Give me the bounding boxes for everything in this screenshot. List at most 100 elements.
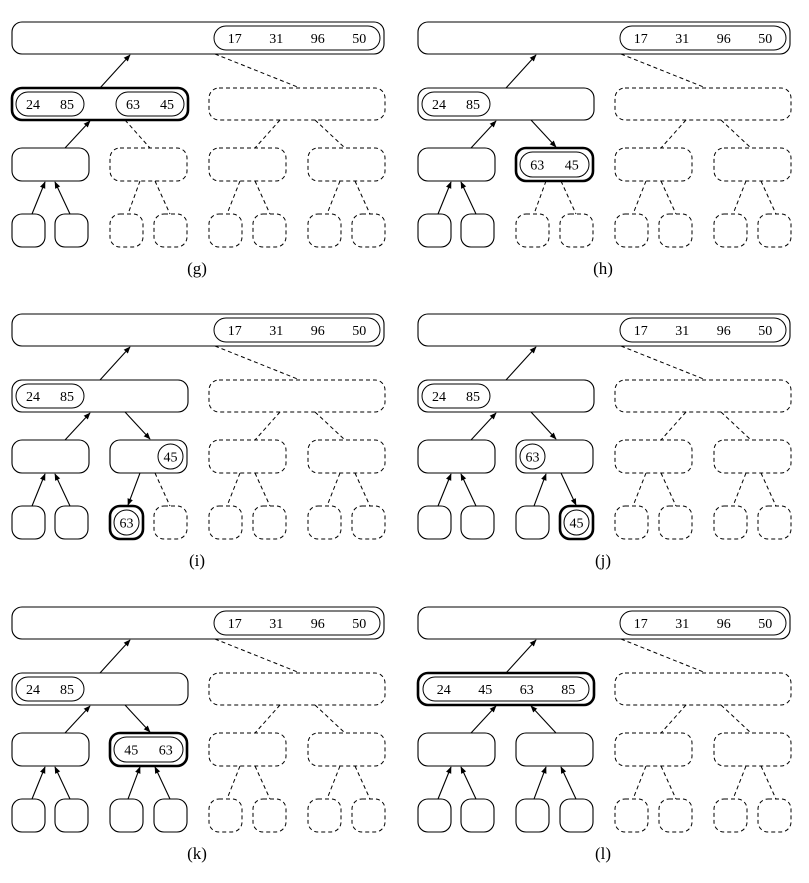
edge-RL-RLR [660,472,677,507]
node-L-list2-value: 45 [160,98,174,113]
edge-root-L [505,639,537,674]
node-RR [713,147,792,182]
edge-LR-LRL [533,473,547,507]
node-RL [208,439,287,474]
node-L-list-value: 24 [437,683,451,698]
node-LLR [54,213,89,248]
edge-RL-RLR [660,765,677,800]
panel-caption: (h) [593,259,613,278]
edge-R-RR [720,119,752,149]
edge-R-RR [720,411,752,441]
edge-root-R [620,638,707,674]
node-LRL-list-value: 63 [120,517,134,532]
node-LRR [559,213,594,248]
node-L-list-value: 63 [520,683,534,698]
node-LLL [417,213,452,248]
node-LR-list-value: 45 [164,451,178,466]
edge-root-R [214,638,301,674]
node-root [417,21,791,55]
edge-LL-LLL [31,766,46,800]
node-RRR [757,213,792,248]
edge-L-LR [530,119,557,148]
edge-LL-LLL [437,473,452,507]
edge-RR-RRR [354,180,371,215]
node-LL [11,732,90,767]
node-root-list-value: 96 [717,324,731,339]
node-RRR [351,213,386,248]
node-LRR [153,798,188,833]
node-root-list-value: 17 [228,324,242,339]
edge-R-RL [660,119,687,149]
edge-R-RL [660,704,687,734]
edge-RL-RLR [254,765,271,800]
node-root-list-value: 31 [675,617,689,632]
node-L-list-value: 85 [60,683,74,698]
edge-RR-RRR [354,765,371,800]
node-LL [11,147,90,182]
edge-LL-LLL [437,181,452,215]
edge-R-RR [314,119,346,149]
edge-R-RL [660,411,687,441]
node-RRL [713,798,748,833]
node-L-list-value: 24 [26,98,40,113]
node-R [208,87,386,121]
node-LL [417,439,496,474]
edge-RR-RRR [760,472,777,507]
node-LLR [460,213,495,248]
node-root-list-value: 96 [717,32,731,47]
edge-RR-RRR [760,180,777,215]
panel-caption: (i) [189,551,205,570]
node-root [11,21,385,55]
edge-L-LL [470,705,497,734]
node-LL [417,732,496,767]
panel-caption: (k) [187,844,207,863]
node-LRR-list-value: 45 [570,517,584,532]
node-RL [208,732,287,767]
node-LRL [109,213,144,248]
node-RRR [351,505,386,540]
edge-RL-RLL [226,180,241,215]
node-root-list-value: 31 [269,32,283,47]
node-RRL [713,213,748,248]
node-RL [614,439,693,474]
node-root-list-value: 31 [675,32,689,47]
edge-LL-LLL [437,766,452,800]
node-root-list-value: 17 [634,617,648,632]
node-root-list-value: 50 [352,324,366,339]
node-LR-list-value: 63 [530,159,544,174]
node-LLL [11,505,46,540]
tree-panel: 17 31 96 50 24 85 63 45 (h) [417,21,792,278]
tree-panel: 17 31 96 50 24 85 63 45 (g) [10,21,386,278]
edge-LL-LLR [54,181,71,215]
node-root-list-value: 17 [228,32,242,47]
node-RLR [252,505,287,540]
edge-R-RL [254,704,281,734]
node-LRL [109,798,144,833]
edge-RL-RLL [632,180,647,215]
edge-RL-RLL [632,765,647,800]
edge-LR-LRR [154,180,171,215]
edge-L-LR [124,704,151,733]
node-L-list-value: 85 [466,98,480,113]
node-root-list-value: 31 [269,617,283,632]
edge-root-L [99,54,131,89]
node-RLL [614,213,649,248]
edge-root-L [99,639,131,674]
node-RLL [208,213,243,248]
node-RR [307,732,386,767]
edge-L-LR [124,411,151,440]
node-RL [208,147,287,182]
node-LR-list-value: 63 [526,451,540,466]
edge-LL-LLL [31,473,46,507]
node-RRR [757,505,792,540]
edge-LR-LRL [127,180,141,215]
edge-RR-RRL [326,180,341,215]
node-root-list-value: 31 [269,324,283,339]
node-root-list-value: 17 [634,32,648,47]
node-LLL [11,213,46,248]
edge-L-LL [64,120,91,149]
panel-caption: (g) [187,259,207,278]
node-LRR [153,505,188,540]
edge-LR-LRL [127,472,141,506]
edge-RR-RRL [732,472,747,507]
